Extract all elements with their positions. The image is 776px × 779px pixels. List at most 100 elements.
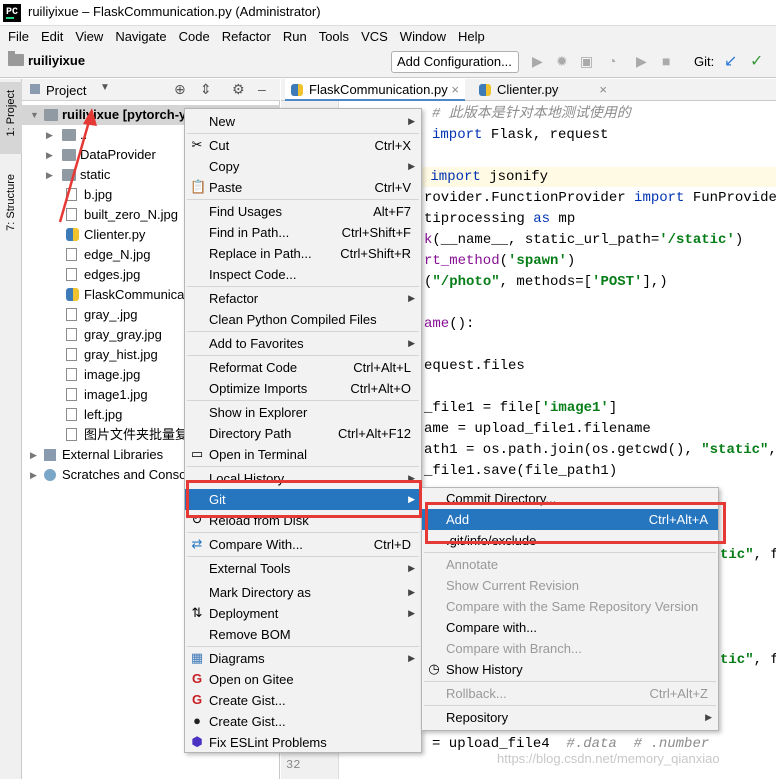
add-configuration-button[interactable]: Add Configuration... bbox=[391, 51, 519, 73]
ctx-item-remove-bom[interactable]: Remove BOM bbox=[185, 624, 421, 645]
ctx-item-diagrams[interactable]: ▦ Diagrams ▶ bbox=[185, 648, 421, 669]
menu-view[interactable]: View bbox=[69, 26, 109, 48]
shortcut-label: Ctrl+Alt+L bbox=[353, 360, 411, 375]
close-icon[interactable]: × bbox=[451, 79, 459, 101]
ctx-item-optimize-imports[interactable]: Optimize Imports Ctrl+Alt+O bbox=[185, 378, 421, 399]
ctx-item-reformat-code[interactable]: Reformat Code Ctrl+Alt+L bbox=[185, 357, 421, 378]
project-breadcrumb[interactable]: ruiliyixue bbox=[28, 53, 85, 68]
git-item-compare-with-branch: Compare with Branch... bbox=[422, 638, 718, 659]
shortcut-label: Ctrl+Shift+R bbox=[340, 246, 411, 261]
ctx-item-compare-with[interactable]: ⇄ Compare With... Ctrl+D bbox=[185, 534, 421, 555]
annotation-arrow bbox=[58, 108, 97, 223]
eslint-icon: ⬢ bbox=[191, 734, 203, 749]
run-icon[interactable]: ▶ bbox=[532, 53, 543, 70]
menu-window[interactable]: Window bbox=[394, 26, 452, 48]
tab-project[interactable]: 1: Project bbox=[0, 82, 22, 154]
menu-item-label: Open in Terminal bbox=[209, 447, 308, 462]
menu-separator bbox=[187, 355, 419, 356]
menu-vcs[interactable]: VCS bbox=[355, 26, 394, 48]
stop-icon[interactable]: ■ bbox=[662, 53, 670, 69]
git-item-rollback: Rollback... Ctrl+Alt+Z bbox=[422, 683, 718, 704]
scissors-icon: ✂ bbox=[191, 137, 203, 152]
menu-item-label: Create Gist... bbox=[209, 714, 286, 729]
tab-structure[interactable]: 7: Structure bbox=[0, 170, 22, 250]
profile-icon[interactable]: ◔ bbox=[608, 53, 616, 69]
menu-navigate[interactable]: Navigate bbox=[109, 26, 172, 48]
line-number: 32 bbox=[286, 758, 301, 772]
git-item-compare-with[interactable]: Compare with... bbox=[422, 617, 718, 638]
menu-separator bbox=[187, 556, 419, 557]
chevron-right-icon[interactable]: ▶ bbox=[30, 465, 37, 485]
git-item-repository[interactable]: Repository ▶ bbox=[422, 707, 718, 728]
git-commit-icon[interactable]: ✓ bbox=[750, 51, 763, 71]
menu-separator bbox=[187, 133, 419, 134]
menu-edit[interactable]: Edit bbox=[35, 26, 69, 48]
coverage-icon[interactable]: ▣ bbox=[580, 53, 593, 70]
menu-run[interactable]: Run bbox=[277, 26, 313, 48]
ctx-item-refactor[interactable]: Refactor ▶ bbox=[185, 288, 421, 309]
ctx-item-fix-eslint-problems[interactable]: ⬢ Fix ESLint Problems bbox=[185, 732, 421, 753]
gear-icon[interactable]: ⚙ bbox=[232, 81, 245, 98]
terminal-icon: ▭ bbox=[190, 446, 204, 461]
menu-item-label: Annotate bbox=[446, 557, 499, 572]
menu-item-label: Cut bbox=[209, 138, 230, 153]
code-line: _file1 = file['image1'] bbox=[424, 400, 618, 416]
hide-icon[interactable]: – bbox=[258, 81, 266, 97]
editor-tab-bar: FlaskCommunication.py × Clienter.py × bbox=[281, 79, 776, 101]
git-item-show-history[interactable]: ◷ Show History bbox=[422, 659, 718, 680]
ctx-item-inspect-code[interactable]: Inspect Code... bbox=[185, 264, 421, 285]
menu-separator bbox=[187, 532, 419, 533]
chevron-right-icon: ▶ bbox=[408, 653, 415, 663]
collapse-icon[interactable]: ⇕ bbox=[200, 81, 212, 98]
close-icon[interactable]: × bbox=[599, 79, 607, 101]
ctx-item-open-in-terminal[interactable]: ▭ Open in Terminal bbox=[185, 444, 421, 465]
ctx-item-replace-in-path[interactable]: Replace in Path... Ctrl+Shift+R bbox=[185, 243, 421, 264]
menu-item-label: Inspect Code... bbox=[209, 267, 297, 282]
code-line: tic", f bbox=[720, 547, 776, 563]
ctx-item-directory-path[interactable]: Directory Path Ctrl+Alt+F12 bbox=[185, 423, 421, 444]
concurrency-icon[interactable]: ▶ bbox=[636, 53, 647, 70]
menu-item-label: Paste bbox=[209, 180, 243, 195]
ctx-item-external-tools[interactable]: External Tools ▶ bbox=[185, 558, 421, 579]
gitee-icon: G bbox=[191, 692, 203, 707]
ctx-item-create-gist[interactable]: ● Create Gist... bbox=[185, 711, 421, 732]
ctx-item-add-to-favorites[interactable]: Add to Favorites ▶ bbox=[185, 333, 421, 354]
menu-item-label: Mark Directory as bbox=[209, 585, 311, 600]
shortcut-label: Ctrl+Alt+O bbox=[350, 381, 411, 396]
annotation-box-git bbox=[186, 480, 422, 518]
menu-refactor[interactable]: Refactor bbox=[216, 26, 277, 48]
ctx-item-copy[interactable]: Copy ▶ bbox=[185, 156, 421, 177]
menu-help[interactable]: Help bbox=[452, 26, 491, 48]
ctx-item-create-gist[interactable]: G Create Gist... bbox=[185, 690, 421, 711]
menu-item-label: Optimize Imports bbox=[209, 381, 308, 396]
ctx-item-show-in-explorer[interactable]: Show in Explorer bbox=[185, 402, 421, 423]
ctx-item-mark-directory-as[interactable]: Mark Directory as ▶ bbox=[185, 582, 421, 603]
ctx-item-deployment[interactable]: ⇅ Deployment ▶ bbox=[185, 603, 421, 624]
locate-icon[interactable]: ⊕ bbox=[174, 81, 186, 98]
code-line: rovider.FunctionProvider import FunProvi… bbox=[424, 190, 776, 206]
menu-separator bbox=[187, 466, 419, 467]
chevron-right-icon[interactable]: ▶ bbox=[30, 445, 37, 465]
menu-code[interactable]: Code bbox=[173, 26, 216, 48]
tree-item-label: edges.jpg bbox=[84, 267, 141, 282]
shortcut-label: Ctrl+Alt+Z bbox=[649, 686, 708, 701]
code-line: ame(): bbox=[424, 316, 475, 332]
debug-icon[interactable]: ✹ bbox=[556, 53, 568, 70]
project-view-selector[interactable]: Project bbox=[46, 83, 86, 98]
ctx-item-paste[interactable]: 📋 Paste Ctrl+V bbox=[185, 177, 421, 198]
menu-tools[interactable]: Tools bbox=[313, 26, 355, 48]
ctx-item-new[interactable]: New ▶ bbox=[185, 111, 421, 132]
ctx-item-find-in-path[interactable]: Find in Path... Ctrl+Shift+F bbox=[185, 222, 421, 243]
ctx-item-clean-python-compiled-files[interactable]: Clean Python Compiled Files bbox=[185, 309, 421, 330]
tree-item-label: gray_hist.jpg bbox=[84, 347, 158, 362]
menu-file[interactable]: File bbox=[2, 26, 35, 48]
ctx-item-find-usages[interactable]: Find Usages Alt+F7 bbox=[185, 201, 421, 222]
chevron-down-icon[interactable]: ▼ bbox=[100, 82, 110, 93]
ctx-item-open-on-gitee[interactable]: G Open on Gitee bbox=[185, 669, 421, 690]
chevron-down-icon[interactable]: ▼ bbox=[30, 105, 39, 125]
tab-flaskcommunication[interactable]: FlaskCommunication.py × bbox=[285, 79, 465, 101]
git-update-icon[interactable]: ↙ bbox=[724, 51, 737, 71]
tab-clienter[interactable]: Clienter.py × bbox=[473, 79, 613, 101]
ctx-item-cut[interactable]: ✂ Cut Ctrl+X bbox=[185, 135, 421, 156]
tree-item-label: gray_.jpg bbox=[84, 307, 138, 322]
